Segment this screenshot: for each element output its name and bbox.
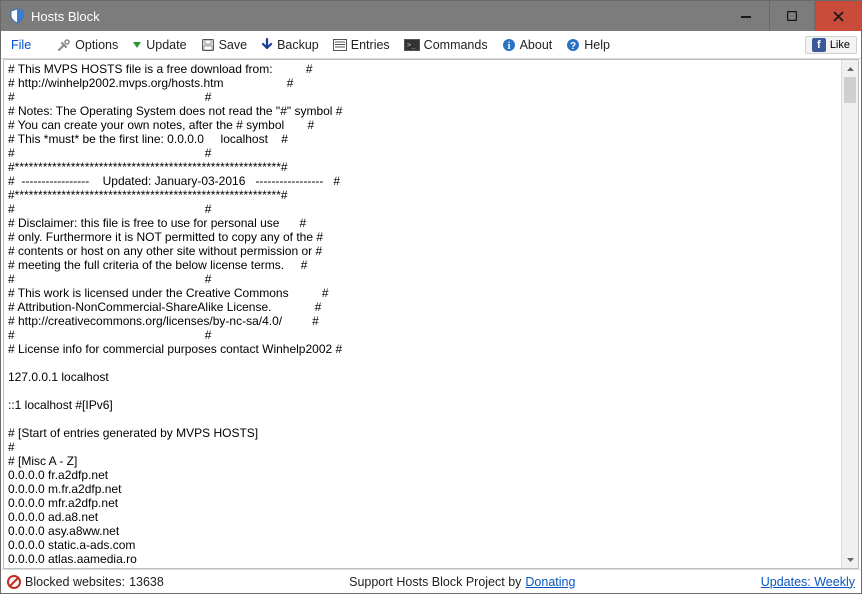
update-label: Update [146, 38, 186, 52]
help-icon: ? [566, 38, 580, 52]
scroll-thumb[interactable] [844, 77, 856, 103]
fb-like-button[interactable]: f Like [805, 36, 857, 54]
commands-label: Commands [424, 38, 488, 52]
file-menu[interactable]: File [5, 36, 37, 54]
blocked-label: Blocked websites: [25, 575, 125, 589]
support-text: Support Hosts Block Project by [349, 575, 521, 589]
scroll-up-button[interactable] [842, 60, 858, 77]
close-button[interactable] [815, 1, 861, 31]
status-left: Blocked websites: 13638 [7, 575, 164, 589]
blocked-count: 13638 [129, 575, 164, 589]
blocked-icon [7, 575, 21, 589]
window-title: Hosts Block [31, 9, 723, 24]
window-controls [723, 1, 861, 31]
content-area: # This MVPS HOSTS file is a free downloa… [3, 59, 859, 569]
list-icon [333, 39, 347, 51]
status-center: Support Hosts Block Project by Donating [164, 575, 761, 589]
svg-text:?: ? [570, 41, 576, 52]
arrow-down-icon [261, 38, 273, 52]
scroll-track[interactable] [842, 77, 858, 551]
scroll-down-button[interactable] [842, 551, 858, 568]
help-button[interactable]: ? Help [560, 36, 616, 54]
app-window: Hosts Block File Options [0, 0, 862, 594]
facebook-icon: f [812, 38, 826, 52]
minimize-button[interactable] [723, 1, 769, 31]
hosts-text[interactable]: # This MVPS HOSTS file is a free downloa… [4, 60, 841, 568]
svg-text:>_: >_ [407, 41, 416, 49]
about-button[interactable]: i About [496, 36, 559, 54]
options-button[interactable]: Options [51, 36, 124, 54]
file-label: File [11, 38, 31, 52]
maximize-button[interactable] [769, 1, 815, 31]
backup-button[interactable]: Backup [255, 36, 325, 54]
app-icon [9, 8, 25, 24]
terminal-icon: >_ [404, 39, 420, 51]
info-icon: i [502, 38, 516, 52]
commands-button[interactable]: >_ Commands [398, 36, 494, 54]
svg-text:i: i [507, 41, 510, 52]
updates-link[interactable]: Updates: Weekly [761, 575, 855, 589]
triangle-down-icon [132, 40, 142, 50]
save-button[interactable]: Save [195, 36, 254, 54]
options-label: Options [75, 38, 118, 52]
about-label: About [520, 38, 553, 52]
donating-link[interactable]: Donating [525, 575, 575, 589]
titlebar: Hosts Block [1, 1, 861, 31]
update-button[interactable]: Update [126, 36, 192, 54]
like-label: Like [830, 39, 850, 51]
toolbar: File Options Update Save Backup [1, 31, 861, 59]
vertical-scrollbar[interactable] [841, 60, 858, 568]
statusbar: Blocked websites: 13638 Support Hosts Blo… [1, 569, 861, 593]
tools-icon [57, 38, 71, 52]
entries-button[interactable]: Entries [327, 36, 396, 54]
floppy-icon [201, 38, 215, 52]
status-right: Updates: Weekly [761, 575, 855, 589]
backup-label: Backup [277, 38, 319, 52]
entries-label: Entries [351, 38, 390, 52]
save-label: Save [219, 38, 248, 52]
help-label: Help [584, 38, 610, 52]
